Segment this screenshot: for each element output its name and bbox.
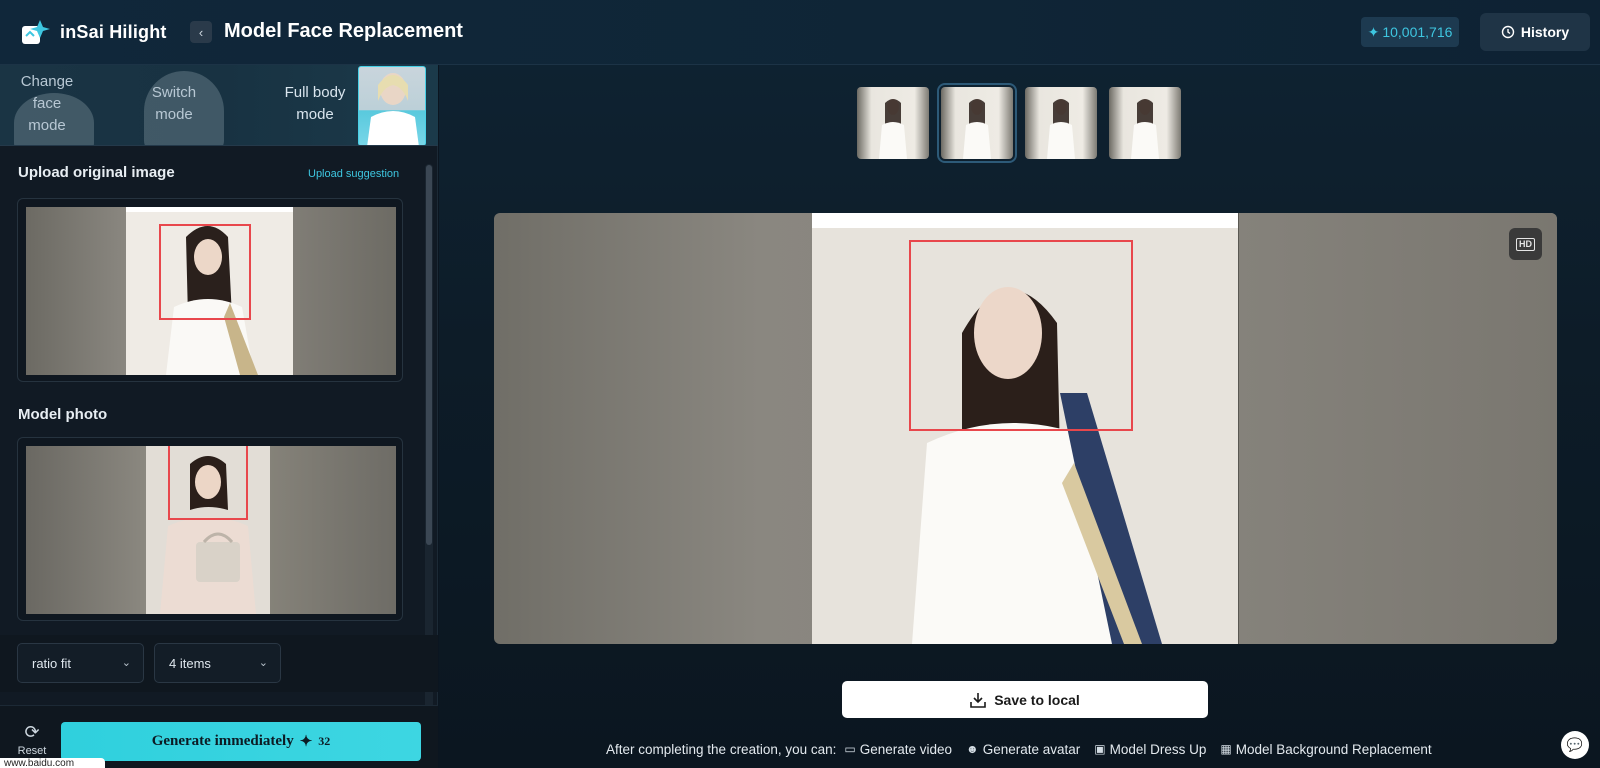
mode-change-face[interactable]: Change face mode [12,71,82,137]
generate-label: Generate immediately [151,733,294,749]
result-thumbnail[interactable] [857,87,929,159]
mode-switch[interactable]: Switch mode [140,82,208,126]
sparkle-icon: ✦ [1367,23,1380,40]
result-thumbnail[interactable] [1025,87,1097,159]
save-label: Save to local [994,691,1080,708]
model-background-replacement-link[interactable]: ▦ Model Background Replacement [1220,742,1431,757]
user-plus-icon: ☻ [966,742,979,756]
hd-icon: HD [1516,237,1535,251]
items-select[interactable]: 4 items ⌄ [154,643,281,683]
chevron-down-icon: ⌄ [258,657,268,669]
history-label: History [1520,24,1570,40]
reset-button[interactable]: ⟳ Reset [14,723,50,757]
header: inSai Hilight ‹ Model Face Replacement ✦… [0,0,1600,65]
chat-icon[interactable]: 💬 [1561,731,1589,759]
reset-label: Reset [17,745,47,757]
model-dress-up-link[interactable]: ▣ Model Dress Up [1094,742,1206,757]
full-body-mode-thumbnail[interactable] [358,66,426,145]
generate-cost: 32 [318,734,331,748]
mode-selector: Change face mode Switch mode Full body m… [0,65,438,146]
refresh-icon: ⟳ [24,722,40,742]
generate-avatar-link[interactable]: ☻ Generate avatar [966,742,1080,757]
history-icon [1501,25,1515,39]
history-button[interactable]: History [1480,13,1590,51]
save-to-local-button[interactable]: Save to local [842,681,1208,718]
logo-text: inSai Hilight [60,21,167,42]
model-photo-upload[interactable] [17,437,403,621]
result-thumbnails [857,83,1181,163]
face-detection-box [168,446,248,520]
face-detection-box [159,224,251,320]
sparkle-icon: ✦ [299,734,313,750]
logo-icon [20,18,54,46]
original-image-upload[interactable] [17,198,403,382]
hd-button[interactable]: HD [1509,228,1542,260]
page-title: Model Face Replacement [224,20,463,42]
result-thumbnail-selected[interactable] [937,83,1017,163]
logo[interactable]: inSai Hilight [20,18,167,46]
generate-button[interactable]: Generate immediately ✦ 32 [61,722,421,761]
download-icon [970,692,987,708]
face-detection-box [909,240,1133,431]
model-photo-title: Model photo [18,406,108,423]
result-image [812,213,1238,644]
main-area: HD Save to local After completing the cr… [439,65,1600,768]
result-canvas[interactable]: HD [494,213,1557,644]
video-icon: ▭ [844,742,856,756]
status-url-hint: www.baidu.com [0,758,105,768]
generate-video-link[interactable]: ▭ Generate video [844,742,952,757]
chevron-left-icon: ‹ [198,24,204,40]
back-button[interactable]: ‹ [190,21,212,43]
ratio-select[interactable]: ratio fit ⌄ [17,643,144,683]
after-creation-actions: After completing the creation, you can: … [606,739,1432,759]
items-select-value: 4 items [169,655,211,671]
mode-full-body[interactable]: Full body mode [280,82,350,126]
result-thumbnail[interactable] [1109,87,1181,159]
chevron-down-icon: ⌄ [121,657,131,669]
credits-badge[interactable]: ✦ 10,001,716 [1361,17,1459,47]
after-creation-text: After completing the creation, you can: [606,741,837,757]
left-panel: Change face mode Switch mode Full body m… [0,65,438,768]
shirt-icon: ▣ [1094,742,1106,756]
upload-original-title: Upload original image [18,164,175,181]
ratio-select-value: ratio fit [32,655,72,671]
image-icon: ▦ [1220,742,1232,756]
credits-value: 10,001,716 [1382,24,1453,40]
sidebar-scrollbar-thumb[interactable] [426,165,432,545]
options-row: ratio fit ⌄ 4 items ⌄ [0,635,438,692]
upload-suggestion-link[interactable]: Upload suggestion [308,168,399,180]
